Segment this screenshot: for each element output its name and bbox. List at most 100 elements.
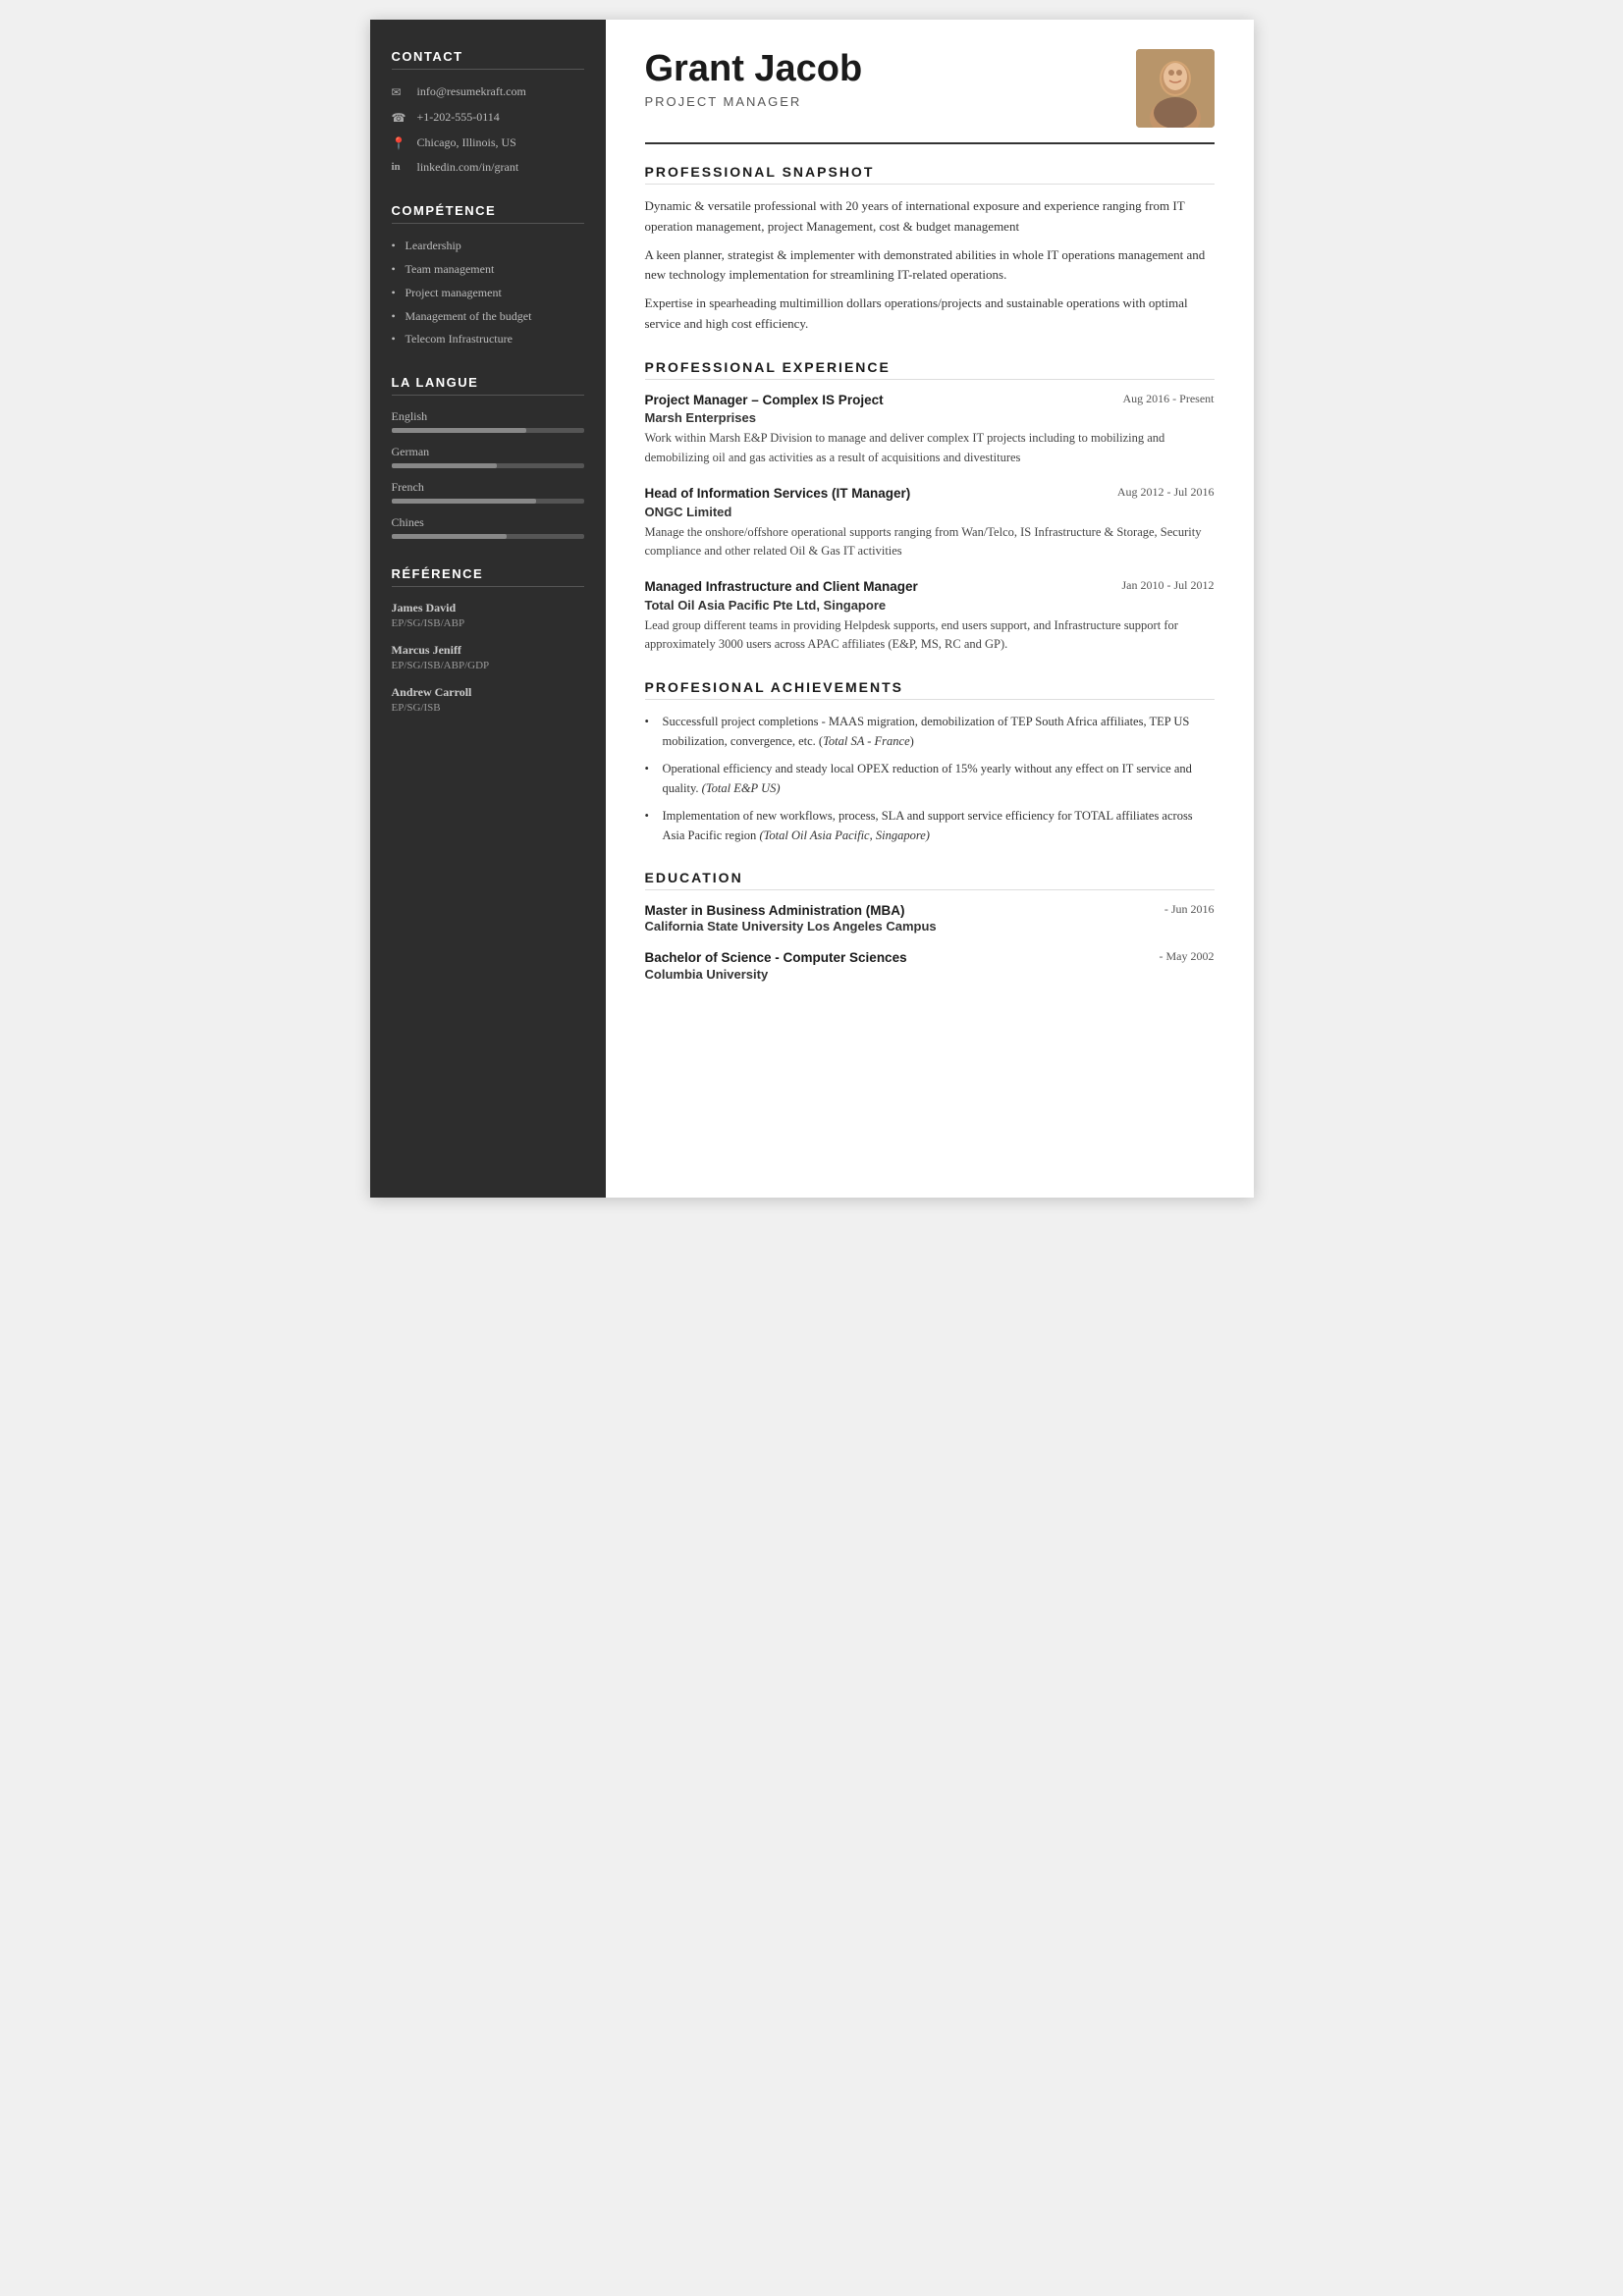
exp-role-3: Managed Infrastructure and Client Manage…	[645, 578, 918, 596]
langue-german-bar-bg	[392, 463, 584, 468]
competence-title: COMPÉTENCE	[392, 203, 584, 224]
langue-german: German	[392, 445, 584, 468]
contact-phone: ☎ +1-202-555-0114	[392, 109, 584, 127]
exp-desc-3: Lead group different teams in providing …	[645, 616, 1215, 655]
competence-list: Leardership Team management Project mana…	[392, 238, 584, 347]
langue-chines: Chines	[392, 515, 584, 539]
exp-company-1: Marsh Enterprises	[645, 410, 1215, 425]
exp-desc-2: Manage the onshore/offshore operational …	[645, 523, 1215, 561]
exp-item-2: Head of Information Services (IT Manager…	[645, 485, 1215, 561]
langue-french-bar-fill	[392, 499, 536, 504]
photo-placeholder	[1136, 49, 1215, 128]
edu-degree-1: Master in Business Administration (MBA)	[645, 902, 937, 920]
main-header: Grant Jacob PROJECT MANAGER	[645, 49, 1215, 144]
achievements-title: PROFESIONAL ACHIEVEMENTS	[645, 679, 1215, 700]
snapshot-title: PROFESSIONAL SNAPSHOT	[645, 164, 1215, 185]
edu-item-1: Master in Business Administration (MBA) …	[645, 902, 1215, 934]
achievements-section: PROFESIONAL ACHIEVEMENTS Successfull pro…	[645, 679, 1215, 845]
contact-location-text: Chicago, Illinois, US	[417, 134, 516, 151]
langue-english-label: English	[392, 409, 584, 424]
linkedin-icon: in	[392, 160, 409, 175]
header-info: Grant Jacob PROJECT MANAGER	[645, 49, 863, 109]
langue-english: English	[392, 409, 584, 433]
edu-date-2: - May 2002	[1160, 949, 1215, 964]
exp-header-3: Managed Infrastructure and Client Manage…	[645, 578, 1215, 596]
exp-role-2: Head of Information Services (IT Manager…	[645, 485, 911, 503]
reference-andrew-name: Andrew Carroll	[392, 685, 584, 700]
exp-dates-1: Aug 2016 - Present	[1123, 392, 1215, 406]
competence-item: Team management	[392, 261, 584, 278]
exp-desc-1: Work within Marsh E&P Division to manage…	[645, 429, 1215, 467]
achievement-text-2: Operational efficiency and steady local …	[663, 762, 1192, 795]
exp-header-2: Head of Information Services (IT Manager…	[645, 485, 1215, 503]
langue-french-label: French	[392, 480, 584, 495]
exp-item-3: Managed Infrastructure and Client Manage…	[645, 578, 1215, 654]
contact-email-text: info@resumekraft.com	[417, 83, 526, 100]
candidate-title: PROJECT MANAGER	[645, 94, 863, 109]
edu-left-2: Bachelor of Science - Computer Sciences …	[645, 949, 907, 982]
education-title: EDUCATION	[645, 870, 1215, 890]
langue-english-bar-bg	[392, 428, 584, 433]
reference-james-sub: EP/SG/ISB/ABP	[392, 617, 584, 629]
exp-dates-3: Jan 2010 - Jul 2012	[1122, 578, 1215, 593]
reference-marcus-sub: EP/SG/ISB/ABP/GDP	[392, 660, 584, 671]
contact-phone-text: +1-202-555-0114	[417, 109, 500, 126]
experience-section: PROFESSIONAL EXPERIENCE Project Manager …	[645, 359, 1215, 655]
edu-degree-2: Bachelor of Science - Computer Sciences	[645, 949, 907, 967]
langue-section: LA LANGUE English German French	[392, 375, 584, 539]
achievement-item-1: Successfull project completions - MAAS m…	[645, 712, 1215, 751]
edu-left-1: Master in Business Administration (MBA) …	[645, 902, 937, 934]
langue-chines-label: Chines	[392, 515, 584, 530]
edu-school-1: California State University Los Angeles …	[645, 919, 937, 934]
langue-german-label: German	[392, 445, 584, 459]
reference-andrew-sub: EP/SG/ISB	[392, 702, 584, 714]
competence-item: Project management	[392, 285, 584, 301]
langue-french-bar-bg	[392, 499, 584, 504]
sidebar: CONTACT ✉ info@resumekraft.com ☎ +1-202-…	[370, 20, 606, 1198]
reference-andrew: Andrew Carroll EP/SG/ISB	[392, 685, 584, 714]
achievement-item-2: Operational efficiency and steady local …	[645, 759, 1215, 798]
achievement-text-1: Successfull project completions - MAAS m…	[663, 715, 1190, 748]
exp-header-1: Project Manager – Complex IS Project Aug…	[645, 392, 1215, 409]
phone-icon: ☎	[392, 110, 409, 127]
snapshot-para-2: A keen planner, strategist & implementer…	[645, 245, 1215, 287]
exp-dates-2: Aug 2012 - Jul 2016	[1117, 485, 1215, 500]
langue-title: LA LANGUE	[392, 375, 584, 396]
contact-linkedin: in linkedin.com/in/grant	[392, 159, 584, 176]
location-icon: 📍	[392, 135, 409, 152]
education-section: EDUCATION Master in Business Administrat…	[645, 870, 1215, 982]
langue-english-bar-fill	[392, 428, 526, 433]
exp-company-3: Total Oil Asia Pacific Pte Ltd, Singapor…	[645, 598, 1215, 613]
competence-item: Telecom Infrastructure	[392, 331, 584, 347]
edu-item-2: Bachelor of Science - Computer Sciences …	[645, 949, 1215, 982]
reference-marcus-name: Marcus Jeniff	[392, 643, 584, 658]
exp-role-1: Project Manager – Complex IS Project	[645, 392, 884, 409]
main-content: Grant Jacob PROJECT MANAGER	[606, 20, 1254, 1198]
competence-item: Management of the budget	[392, 308, 584, 325]
langue-chines-bar-bg	[392, 534, 584, 539]
langue-chines-bar-fill	[392, 534, 508, 539]
competence-item: Leardership	[392, 238, 584, 254]
exp-item-1: Project Manager – Complex IS Project Aug…	[645, 392, 1215, 467]
contact-title: CONTACT	[392, 49, 584, 70]
contact-email: ✉ info@resumekraft.com	[392, 83, 584, 101]
snapshot-para-1: Dynamic & versatile professional with 20…	[645, 196, 1215, 238]
achievements-list: Successfull project completions - MAAS m…	[645, 712, 1215, 845]
edu-school-2: Columbia University	[645, 967, 907, 982]
resume-container: CONTACT ✉ info@resumekraft.com ☎ +1-202-…	[370, 20, 1254, 1198]
candidate-photo	[1136, 49, 1215, 128]
experience-title: PROFESSIONAL EXPERIENCE	[645, 359, 1215, 380]
achievement-item-3: Implementation of new workflows, process…	[645, 806, 1215, 845]
achievement-text-3: Implementation of new workflows, process…	[663, 809, 1193, 842]
snapshot-para-3: Expertise in spearheading multimillion d…	[645, 294, 1215, 335]
email-icon: ✉	[392, 84, 409, 101]
langue-german-bar-fill	[392, 463, 498, 468]
edu-date-1: - Jun 2016	[1164, 902, 1215, 917]
contact-location: 📍 Chicago, Illinois, US	[392, 134, 584, 152]
competence-section: COMPÉTENCE Leardership Team management P…	[392, 203, 584, 347]
snapshot-section: PROFESSIONAL SNAPSHOT Dynamic & versatil…	[645, 164, 1215, 335]
langue-french: French	[392, 480, 584, 504]
contact-linkedin-text: linkedin.com/in/grant	[417, 159, 519, 176]
reference-section: RÉFÉRENCE James David EP/SG/ISB/ABP Marc…	[392, 566, 584, 714]
contact-section: CONTACT ✉ info@resumekraft.com ☎ +1-202-…	[392, 49, 584, 176]
